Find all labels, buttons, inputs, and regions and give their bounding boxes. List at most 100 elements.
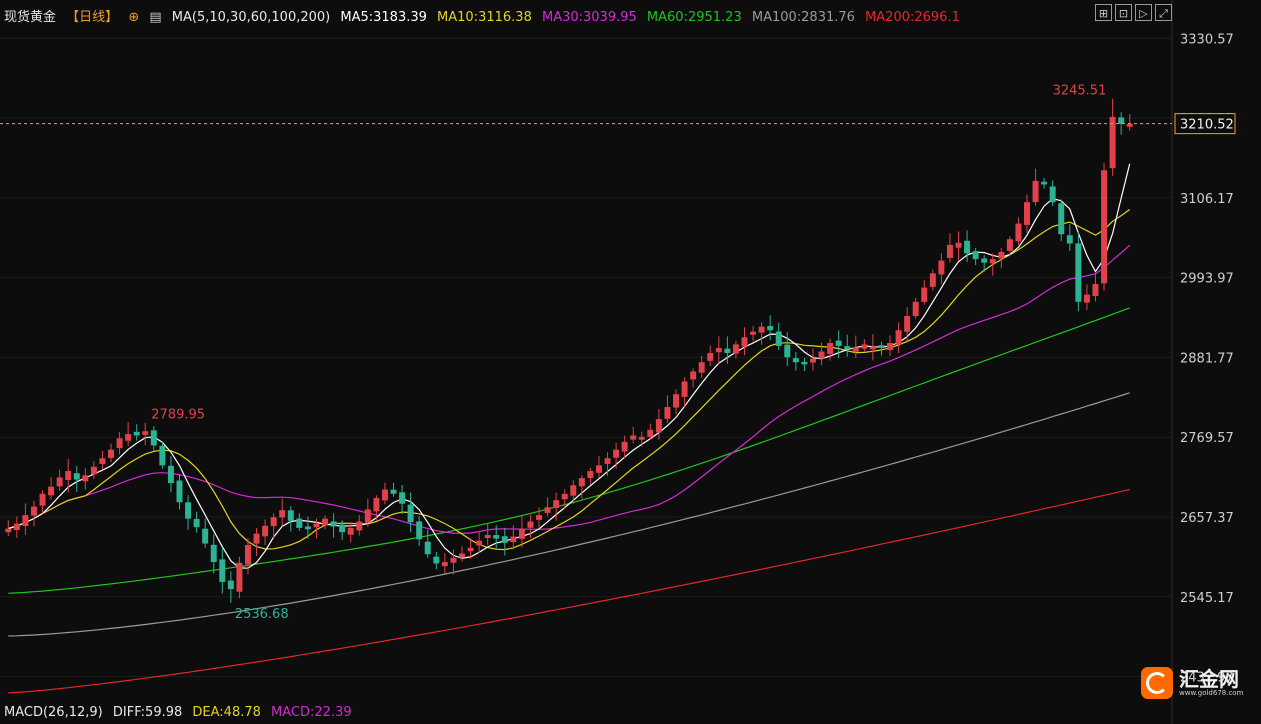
candle-body <box>613 449 620 458</box>
y-tick-label: 2657.37 <box>1180 511 1234 526</box>
candle-body <box>878 345 885 348</box>
candle <box>185 495 192 530</box>
candle-body <box>681 381 688 397</box>
indicator-icon[interactable]: ▤ <box>149 10 161 25</box>
candle-body <box>775 331 782 346</box>
candle-body <box>938 260 945 275</box>
candle <box>39 490 46 514</box>
ma100-line <box>8 392 1130 637</box>
candle-body <box>518 528 525 539</box>
candle-body <box>767 325 774 331</box>
candle-body <box>210 544 217 563</box>
expand-icon[interactable]: ⤢ <box>1155 4 1172 21</box>
candle <box>613 442 620 469</box>
ma10-value: MA10:3116.38 <box>437 10 532 25</box>
candle <box>518 516 525 548</box>
candle <box>715 336 722 365</box>
candle <box>142 422 149 446</box>
candle-body <box>1023 202 1030 225</box>
candle-body <box>544 507 551 513</box>
candle <box>1083 284 1090 311</box>
candle-body <box>955 242 962 248</box>
candle <box>304 516 311 539</box>
candle <box>595 455 602 478</box>
candle-body <box>809 358 816 363</box>
candle <box>484 523 491 546</box>
candle-body <box>1066 235 1073 244</box>
fit-icon[interactable]: ⊡ <box>1115 4 1132 21</box>
candle-body <box>690 371 697 380</box>
settings-icon[interactable]: ⊕ <box>128 10 139 25</box>
candle-body <box>236 562 243 592</box>
candle <box>895 322 902 353</box>
candle <box>159 441 166 469</box>
candle-body <box>501 536 508 543</box>
candle <box>638 431 645 447</box>
candle-body <box>39 493 46 506</box>
candle <box>938 253 945 284</box>
candle-body <box>227 580 234 590</box>
candle-body <box>364 509 371 523</box>
candle-body <box>262 525 269 537</box>
candle-body <box>707 352 714 361</box>
candle-body <box>279 510 286 518</box>
candle-body <box>493 535 500 539</box>
candle-body <box>253 533 260 544</box>
ma100-value: MA100:2831.76 <box>751 10 855 25</box>
candle <box>193 511 200 533</box>
candle <box>296 513 303 531</box>
candle <box>664 395 671 423</box>
ma-params: MA(5,10,30,60,100,200) <box>171 10 331 25</box>
y-tick-label: 2545.17 <box>1180 591 1234 606</box>
candle <box>236 556 243 599</box>
zoom-in-icon[interactable]: ⊞ <box>1095 4 1112 21</box>
candle-body <box>287 510 294 521</box>
y-tick-label: 3106.17 <box>1180 192 1234 207</box>
candle-body <box>792 358 799 363</box>
candle <box>116 431 123 455</box>
candle-body <box>732 344 739 354</box>
candle-body <box>407 504 414 523</box>
candle-body <box>527 521 534 528</box>
candle-body <box>818 351 825 359</box>
candle <box>176 474 183 510</box>
candle <box>150 426 157 451</box>
play-icon[interactable]: ▷ <box>1135 4 1152 21</box>
candle <box>1075 231 1082 312</box>
candle <box>356 515 363 536</box>
candle-body <box>570 485 577 496</box>
candle-body <box>441 562 448 567</box>
candle-body <box>185 502 192 519</box>
candle <box>407 492 414 533</box>
symbol-name[interactable]: 现货黄金 <box>4 10 56 25</box>
candle-body <box>895 330 902 345</box>
candle <box>167 456 174 493</box>
candle <box>424 530 431 558</box>
candle-body <box>929 273 936 287</box>
candle-body <box>142 431 149 435</box>
candle <box>946 233 953 263</box>
candle <box>219 547 226 594</box>
candle-body <box>65 471 72 480</box>
y-tick-label: 2881.77 <box>1180 351 1234 366</box>
y-tick-label: 2769.57 <box>1180 431 1234 446</box>
candle-body <box>921 287 928 302</box>
candle-body <box>433 556 440 564</box>
candle-body <box>13 523 20 531</box>
candle-body <box>750 331 757 335</box>
candle <box>1041 178 1048 189</box>
macd-value: MACD:22.39 <box>271 705 352 720</box>
candle-body <box>561 493 568 500</box>
candle-body <box>30 506 37 516</box>
candle-body <box>553 500 560 509</box>
candle-body <box>356 521 363 531</box>
candle-body <box>1083 294 1090 303</box>
candle <box>1015 217 1022 245</box>
candle <box>1109 98 1116 176</box>
candle <box>690 368 697 388</box>
candle <box>202 518 209 548</box>
candle-body <box>159 445 166 466</box>
candle-body <box>330 521 337 527</box>
candle <box>381 482 388 505</box>
period-label[interactable]: 【日线】 <box>66 10 118 25</box>
